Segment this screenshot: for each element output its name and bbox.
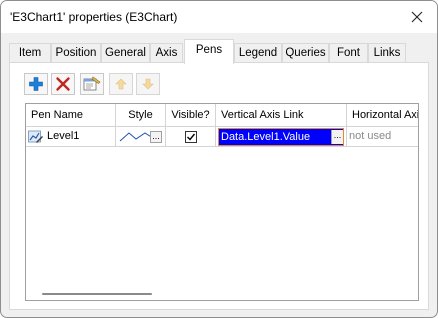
move-up-button[interactable]: [109, 73, 133, 95]
tab-axis[interactable]: Axis: [150, 43, 183, 63]
horizontal-axis-link-value: not used: [349, 130, 392, 142]
style-ellipsis-button[interactable]: ...: [150, 131, 162, 143]
tab-links[interactable]: Links: [368, 43, 406, 63]
style-cell[interactable]: ...: [116, 127, 166, 147]
column-header-horizontal-axis-link[interactable]: Horizontal Axi: [347, 104, 418, 127]
tab-label: Pens: [195, 44, 223, 56]
tab-pens[interactable]: Pens: [184, 39, 234, 64]
vertical-axis-link-cell[interactable]: Data.Level1.Value ...: [216, 127, 347, 147]
checkmark-icon: [187, 133, 196, 141]
column-header-vertical-axis-link[interactable]: Vertical Axis Link: [216, 104, 347, 127]
pen-name-text: Level1: [47, 130, 80, 142]
pen-properties-button[interactable]: [80, 73, 104, 95]
delete-pen-icon: [56, 77, 70, 91]
visible-cell[interactable]: [166, 127, 216, 147]
column-header-pen-name[interactable]: Pen Name: [26, 104, 116, 127]
properties-dialog: 'E3Chart1' properties (E3Chart) Item Pos…: [0, 0, 438, 318]
vertical-axis-link-value: Data.Level1.Value: [221, 131, 311, 143]
pen-properties-icon: [83, 76, 101, 91]
pens-panel: Pen Name Style Visible? Vertical Axis Li…: [9, 62, 429, 310]
horizontal-axis-link-cell[interactable]: not used: [347, 127, 418, 147]
tab-label: Axis: [155, 47, 178, 59]
close-button[interactable]: [397, 1, 437, 32]
vertical-axis-ellipsis-button[interactable]: ...: [331, 130, 343, 144]
ellipsis-label: ...: [152, 131, 160, 141]
tab-label: Queries: [285, 47, 326, 59]
tab-label: Legend: [238, 47, 278, 59]
delete-pen-button[interactable]: [51, 73, 75, 95]
scrollbar-thumb[interactable]: [42, 293, 152, 295]
pens-grid[interactable]: Pen Name Style Visible? Vertical Axis Li…: [25, 103, 419, 301]
tab-position[interactable]: Position: [51, 43, 101, 63]
close-icon: [411, 11, 423, 22]
column-header-style[interactable]: Style: [116, 104, 166, 127]
tab-strip: Item Position General Axis Pens Legend Q…: [1, 33, 437, 64]
tab-font[interactable]: Font: [329, 43, 368, 63]
tab-legend[interactable]: Legend: [234, 43, 282, 63]
tab-label: Item: [18, 47, 42, 59]
pen-name-cell[interactable]: Level1: [26, 127, 116, 147]
tab-general[interactable]: General: [101, 43, 150, 63]
move-down-icon: [142, 78, 154, 90]
ellipsis-label: ...: [333, 130, 342, 140]
add-pen-icon: [29, 77, 43, 91]
move-down-button[interactable]: [136, 73, 160, 95]
horizontal-scrollbar[interactable]: [26, 286, 418, 300]
tab-item[interactable]: Item: [9, 43, 51, 63]
vertical-axis-link-input[interactable]: Data.Level1.Value ...: [218, 128, 344, 146]
column-header-visible[interactable]: Visible?: [166, 104, 216, 127]
move-up-icon: [115, 78, 127, 90]
tab-label: Links: [373, 47, 401, 59]
title-bar: 'E3Chart1' properties (E3Chart): [1, 1, 437, 33]
tab-label: General: [105, 47, 146, 59]
tab-label: Position: [55, 47, 97, 59]
window-title: 'E3Chart1' properties (E3Chart): [10, 10, 178, 24]
pen-icon: [28, 130, 43, 143]
add-pen-button[interactable]: [24, 73, 48, 95]
visible-checkbox[interactable]: [185, 131, 197, 143]
tab-queries[interactable]: Queries: [282, 43, 329, 63]
tab-label: Font: [336, 47, 360, 59]
